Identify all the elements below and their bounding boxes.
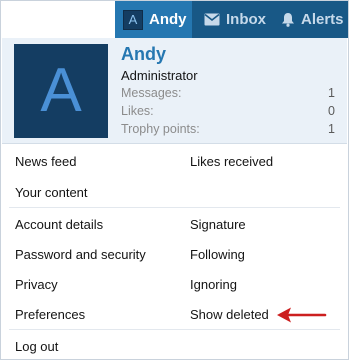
inbox-tab[interactable]: Inbox [192, 1, 271, 38]
stat-value: 0 [328, 104, 335, 118]
menu-following[interactable]: Following [190, 247, 245, 262]
red-arrow-icon [277, 307, 327, 323]
menu-privacy[interactable]: Privacy [15, 277, 58, 292]
account-menu-popup: A Andy Inbox Alerts A Andy Administrator… [0, 0, 349, 360]
menu-your-content[interactable]: Your content [15, 185, 88, 200]
profile-header: A Andy Administrator Messages: 1 Likes: … [2, 38, 347, 144]
alerts-tab[interactable]: Alerts [271, 1, 348, 38]
profile-username[interactable]: Andy [121, 44, 166, 65]
account-tab-label: Andy [149, 11, 187, 28]
account-mini-avatar: A [123, 9, 143, 30]
profile-user-title: Administrator [121, 68, 198, 83]
menu-divider [9, 207, 340, 208]
menu-log-out[interactable]: Log out [15, 339, 58, 354]
stat-label: Likes: [121, 104, 154, 118]
stat-likes: Likes: 0 [121, 104, 335, 118]
stat-value: 1 [328, 122, 335, 136]
stat-label: Trophy points: [121, 122, 200, 136]
menu-show-deleted[interactable]: Show deleted [190, 307, 269, 322]
envelope-icon [204, 13, 220, 26]
menu-ignoring[interactable]: Ignoring [190, 277, 237, 292]
stat-label: Messages: [121, 86, 182, 100]
menu-password-security[interactable]: Password and security [15, 247, 146, 262]
menu-news-feed[interactable]: News feed [15, 154, 76, 169]
menu-divider [9, 329, 340, 330]
top-navbar: A Andy Inbox Alerts [1, 1, 348, 38]
menu-preferences[interactable]: Preferences [15, 307, 85, 322]
stat-messages: Messages: 1 [121, 86, 335, 100]
profile-avatar[interactable]: A [14, 44, 108, 138]
account-tab[interactable]: A Andy [115, 1, 192, 38]
bell-icon [281, 12, 295, 27]
menu-account-details[interactable]: Account details [15, 217, 103, 232]
stat-trophy-points: Trophy points: 1 [121, 122, 335, 136]
menu-likes-received[interactable]: Likes received [190, 154, 273, 169]
alerts-tab-label: Alerts [301, 11, 344, 28]
stat-value: 1 [328, 86, 335, 100]
inbox-tab-label: Inbox [226, 11, 266, 28]
menu-signature[interactable]: Signature [190, 217, 246, 232]
